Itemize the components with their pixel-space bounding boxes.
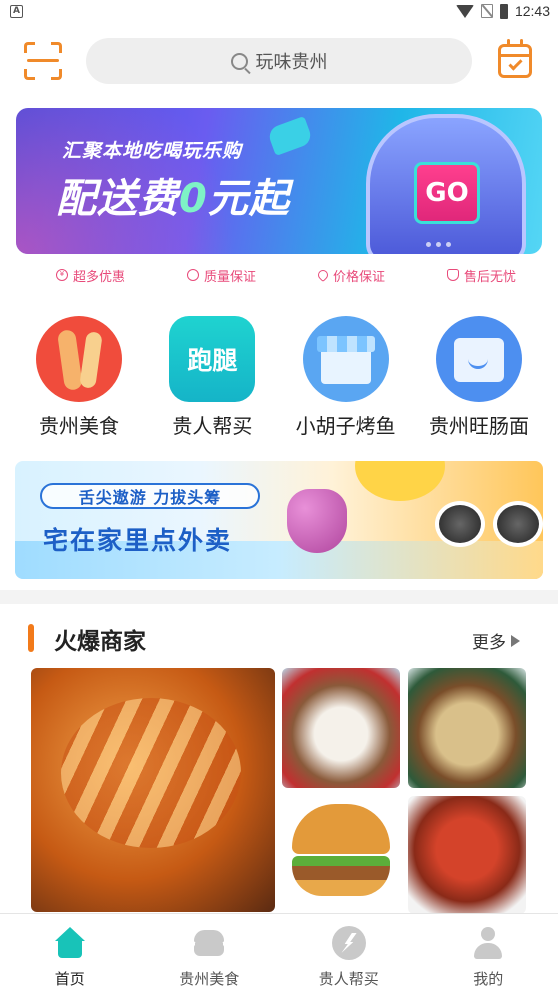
tab-label: 贵人帮买 bbox=[318, 970, 379, 988]
category-label: 贵州美食 bbox=[39, 414, 119, 438]
tab-label: 首页 bbox=[54, 970, 85, 988]
quality-icon bbox=[186, 269, 199, 281]
shield-icon bbox=[446, 269, 459, 281]
sunglasses-illustration bbox=[435, 501, 543, 557]
more-label: 更多 bbox=[472, 633, 506, 653]
category-noodles[interactable]: 贵州旺肠面 bbox=[414, 316, 544, 440]
tab-guizhou-food[interactable]: 贵州美食 bbox=[140, 914, 280, 992]
status-bar: A 12:43 bbox=[0, 0, 558, 24]
promo-banner-takeout[interactable]: 舌尖遨游 力拔头筹 宅在家里点外卖 bbox=[15, 461, 543, 579]
burger-icon bbox=[192, 926, 226, 960]
promo-banner-delivery[interactable]: 汇聚本地吃喝玩乐购 配送费0元起 GO bbox=[16, 108, 542, 254]
category-label: 贵人帮买 bbox=[172, 414, 253, 438]
feature-label: 质量保证 bbox=[203, 269, 256, 285]
banner-subtitle: 汇聚本地吃喝玩乐购 bbox=[62, 140, 243, 162]
shop-icon bbox=[302, 316, 389, 402]
search-placeholder: 玩味贵州 bbox=[255, 52, 328, 73]
category-grilled-fish[interactable]: 小胡子烤鱼 bbox=[281, 316, 411, 440]
shop-image-rice-bowl[interactable] bbox=[408, 796, 526, 914]
feature-label: 超多优惠 bbox=[73, 269, 126, 285]
battery-icon bbox=[499, 3, 508, 19]
section-accent-bar bbox=[28, 624, 34, 652]
banner-headline-zero: 0 bbox=[179, 176, 208, 222]
status-icons: 12:43 bbox=[455, 3, 550, 19]
carousel-indicator bbox=[426, 242, 451, 247]
category-label: 贵州旺肠面 bbox=[428, 414, 529, 438]
grape-illustration bbox=[287, 489, 347, 553]
app-page: A 12:43 玩味贵州 汇聚本地吃喝玩乐购 配送费0元起 GO ¥ 超多优惠 bbox=[0, 0, 558, 992]
more-link[interactable]: 更多 bbox=[472, 628, 520, 653]
feature-quality: 质量保证 bbox=[186, 265, 256, 285]
shopping-bag-icon bbox=[435, 316, 522, 402]
run-errand-icon: 跑腿 bbox=[169, 316, 256, 402]
tab-home[interactable]: 首页 bbox=[0, 914, 140, 992]
hot-shops-section: 火爆商家 更多 bbox=[16, 604, 542, 924]
yen-circle-icon: ¥ bbox=[56, 269, 68, 281]
tab-label: 贵州美食 bbox=[179, 970, 240, 988]
service-guarantees: ¥ 超多优惠 质量保证 价格保证 售后无忧 bbox=[56, 265, 516, 285]
feature-discount: ¥ 超多优惠 bbox=[56, 265, 125, 285]
banner-headline: 配送费0元起 bbox=[56, 166, 290, 224]
go-sign: GO bbox=[414, 162, 480, 224]
feature-label: 价格保证 bbox=[332, 269, 385, 285]
shop-image-featured[interactable] bbox=[31, 668, 275, 912]
heart-icon bbox=[315, 267, 331, 283]
search-bar[interactable]: 玩味贵州 bbox=[86, 38, 472, 84]
section-divider bbox=[0, 590, 558, 604]
tab-profile[interactable]: 我的 bbox=[419, 914, 558, 992]
promo-title: 宅在家里点外卖 bbox=[43, 526, 233, 555]
section-title: 火爆商家 bbox=[54, 629, 146, 655]
category-errand[interactable]: 跑腿 贵人帮买 bbox=[147, 316, 277, 440]
feature-label: 售后无忧 bbox=[463, 269, 516, 285]
umbrella-illustration bbox=[355, 461, 445, 501]
hotdog-icon bbox=[36, 316, 122, 402]
shop-image-burger[interactable] bbox=[282, 796, 400, 914]
play-arrow-icon bbox=[511, 634, 520, 647]
shop-image-noodle-soup[interactable] bbox=[408, 668, 526, 788]
banner-headline-prefix: 配送费 bbox=[56, 176, 179, 222]
robot-illustration: GO bbox=[366, 114, 526, 254]
category-label: 小胡子烤鱼 bbox=[295, 414, 396, 438]
promo-slogan: 舌尖遨游 力拔头筹 bbox=[40, 483, 260, 509]
calendar-check-icon[interactable] bbox=[498, 39, 532, 78]
tab-errand[interactable]: 贵人帮买 bbox=[279, 914, 419, 992]
user-icon bbox=[471, 926, 505, 960]
no-sim-icon bbox=[480, 4, 493, 18]
top-header: 玩味贵州 bbox=[0, 36, 558, 88]
shop-image-beef-noodle[interactable] bbox=[282, 668, 400, 788]
banner-headline-suffix: 元起 bbox=[207, 176, 290, 222]
scan-icon[interactable] bbox=[24, 42, 62, 80]
search-icon bbox=[230, 52, 248, 70]
lightning-icon bbox=[331, 926, 366, 960]
notification-a-icon: A bbox=[10, 5, 23, 18]
bottom-tab-bar: 首页 贵州美食 贵人帮买 我的 bbox=[0, 913, 558, 992]
feature-aftersales: 售后无忧 bbox=[446, 265, 516, 285]
wifi-icon bbox=[455, 4, 474, 18]
home-icon bbox=[53, 926, 87, 960]
status-time: 12:43 bbox=[514, 3, 550, 19]
feature-price: 价格保证 bbox=[315, 265, 385, 285]
category-guizhou-food[interactable]: 贵州美食 bbox=[14, 316, 144, 440]
tab-label: 我的 bbox=[473, 970, 504, 988]
category-grid: 贵州美食 跑腿 贵人帮买 小胡子烤鱼 贵州旺肠面 bbox=[14, 316, 544, 440]
